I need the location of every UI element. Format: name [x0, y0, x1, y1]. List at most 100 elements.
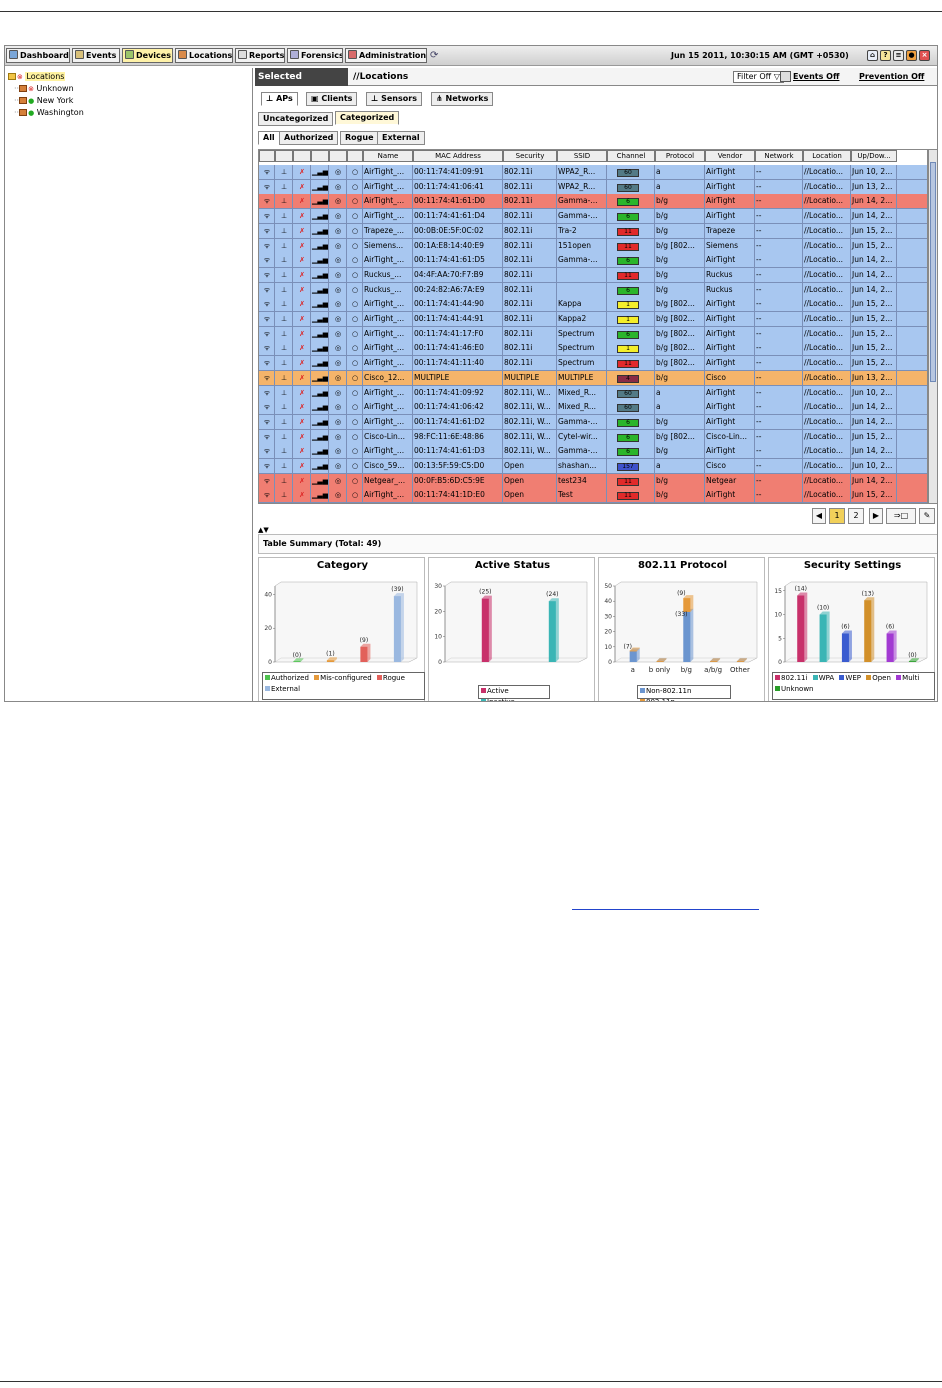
filter-toggle[interactable]: Filter Off ▽	[733, 71, 784, 83]
table-row[interactable]: ᯤ ⊥ ✗ ▁▃▅ ◎ ○ AirTight_... 00:11:74:41:61:D3 802…	[259, 444, 927, 460]
table-row[interactable]: ᯤ ⊥ ✗ ▁▃▅ ◎ ○ Netgear_... 00:0F:B5:6D:C5:9E Open…	[259, 473, 927, 489]
column-header[interactable]	[347, 150, 363, 162]
table-row[interactable]: ᯤ ⊥ ✗ ▁▃▅ ◎ ○ AirTight_... 00:11:74:41:44:90 802…	[259, 297, 927, 313]
table-row[interactable]: ᯤ ⊥ ✗ ▁▃▅ ◎ ○ Ruckus_... 04:4F:AA:70:F7:B9 802.1…	[259, 267, 927, 283]
tree-item-unknown[interactable]: ·· ⊗ Unknown	[14, 84, 74, 93]
table-row[interactable]: ᯤ ⊥ ✗ ▁▃▅ ◎ ○ AirTight_... 00:11:74:41:1D:E0 Ope…	[259, 488, 927, 503]
tab-sensors[interactable]: ⊥ Sensors	[366, 92, 422, 106]
table-row[interactable]: ᯤ ⊥ ✗ ▁▃▅ ◎ ○ AirTight_... 00:11:74:41:17:F0 802…	[259, 326, 927, 342]
tab-clients[interactable]: ▣ Clients	[306, 92, 358, 106]
help-icon[interactable]: ?	[880, 50, 891, 61]
next-page-button[interactable]: ▶	[869, 508, 883, 524]
table-scrollbar[interactable]	[928, 149, 937, 504]
tree-item-washington[interactable]: ·· ● Washington	[14, 108, 84, 117]
tab-categorized[interactable]: Categorized	[335, 111, 400, 125]
bar-unknown	[908, 661, 916, 662]
ap-device-icon: ⊥	[275, 400, 293, 415]
administration-button[interactable]: Administration	[345, 48, 427, 63]
vendor-cell: AirTight	[705, 385, 755, 400]
column-header[interactable]: Network	[755, 150, 803, 162]
table-row[interactable]: ᯤ ⊥ ✗ ▁▃▅ ◎ ○ Cisco_12... MULTIPLE MULTIPLE MULTI…	[259, 370, 927, 386]
print-icon[interactable]	[780, 71, 791, 82]
ssid-cell: Gamma-...	[557, 209, 607, 224]
column-header[interactable]: Vendor	[705, 150, 755, 162]
tab-external[interactable]: External	[377, 131, 425, 145]
table-row[interactable]: ᯤ ⊥ ✗ ▁▃▅ ◎ ○ Ruckus_... 00:24:82:A6:7A:E9 802.1…	[259, 282, 927, 298]
events-button[interactable]: Events	[72, 48, 120, 63]
data-label: (13)	[862, 590, 874, 597]
column-header[interactable]: MAC Address	[413, 150, 503, 162]
column-header[interactable]: Up/Dow...	[851, 150, 897, 162]
column-header[interactable]	[329, 150, 347, 162]
table-row[interactable]: ᯤ ⊥ ✗ ▁▃▅ ◎ ○ AirTight_... 00:11:74:41:61:D2 802…	[259, 414, 927, 430]
shield-icon: ◎	[329, 473, 347, 488]
table-row[interactable]: ᯤ ⊥ ✗ ▁▃▅ ◎ ○ AirTight_... 00:11:74:41:61:D0 802…	[259, 194, 927, 210]
table-row[interactable]: ᯤ ⊥ ✗ ▁▃▅ ◎ ○ AirTight_... 00:11:74:41:44:91 802…	[259, 312, 927, 327]
mac-cell: 00:24:82:A6:7A:E9	[413, 282, 503, 297]
tree-item-new-york[interactable]: ·· ● New York	[14, 96, 73, 105]
splitter-handle[interactable]: ▲▼	[258, 526, 269, 534]
column-header[interactable]: Location	[803, 150, 851, 162]
column-header[interactable]: SSID	[557, 150, 607, 162]
column-header[interactable]	[259, 150, 275, 162]
events-off-link[interactable]: Events Off	[793, 72, 839, 81]
page-2-button[interactable]: 2	[848, 508, 864, 524]
dashboard-button[interactable]: Dashboard	[6, 48, 70, 63]
updown-cell: Jun 15, 2...	[851, 238, 897, 253]
table-row[interactable]: ᯤ ⊥ ✗ ▁▃▅ ◎ ○ AirTight_... 00:11:74:41:46:E0 802…	[259, 341, 927, 357]
table-row[interactable]: ᯤ ⊥ ✗ ▁▃▅ ◎ ○ Cisco_59... 00:13:5F:59:C5:D0 Open…	[259, 459, 927, 474]
column-header[interactable]: Security	[503, 150, 557, 162]
refresh-icon[interactable]: ⟳	[430, 50, 438, 61]
ssid-cell: Test	[557, 488, 607, 503]
updown-cell: Jun 15, 2...	[851, 341, 897, 356]
export-icon[interactable]: ⇒□	[886, 508, 916, 524]
prevention-off-link[interactable]: Prevention Off	[859, 72, 924, 81]
status-dot-icon: ○	[347, 414, 363, 429]
table-row[interactable]: ᯤ ⊥ ✗ ▁▃▅ ◎ ○ AirTight_... 00:11:74:41:61:D5 802…	[259, 253, 927, 269]
column-header[interactable]	[293, 150, 311, 162]
tree-root-locations[interactable]: ⊗ Locations	[8, 72, 66, 81]
network-cell: --	[755, 253, 803, 268]
settings-icon[interactable]: ●	[906, 50, 917, 61]
reports-button[interactable]: Reports	[235, 48, 285, 63]
block-icon: ✗	[293, 179, 311, 194]
location-tree-pane: ⊗ Locations ·· ⊗ Unknown ·· ● New York ·· ●…	[5, 68, 253, 701]
page-1-button[interactable]: 1	[829, 508, 845, 524]
prev-page-button[interactable]: ◀	[812, 508, 826, 524]
table-row[interactable]: ᯤ ⊥ ✗ ▁▃▅ ◎ ○ AirTight_... 00:11:74:41:09:91 802…	[259, 165, 927, 180]
column-header[interactable]: Name	[363, 150, 413, 162]
table-row[interactable]: ᯤ ⊥ ✗ ▁▃▅ ◎ ○ AirTight_... 00:11:74:41:06:42 802…	[259, 400, 927, 416]
channel-cell: 1	[607, 312, 655, 326]
channel-badge: 11	[617, 242, 639, 251]
edit-icon[interactable]: ✎	[919, 508, 935, 524]
table-row[interactable]: ᯤ ⊥ ✗ ▁▃▅ ◎ ○ AirTight_... 00:11:74:41:11:40 802…	[259, 356, 927, 372]
logout-icon[interactable]: ×	[919, 50, 930, 61]
column-header[interactable]	[275, 150, 293, 162]
devices-button[interactable]: Devices	[122, 48, 173, 63]
hyperlink-underline[interactable]	[572, 909, 759, 910]
tab-rogue[interactable]: Rogue	[340, 131, 379, 145]
table-row[interactable]: ᯤ ⊥ ✗ ▁▃▅ ◎ ○ Trapeze_... 00:0B:0E:5F:0C:02 802.…	[259, 223, 927, 239]
locations-button[interactable]: Locations	[175, 48, 233, 63]
scrollbar-thumb[interactable]	[930, 162, 936, 382]
tab-all[interactable]: All	[258, 131, 280, 145]
list-icon[interactable]: ≡	[893, 50, 904, 61]
column-header[interactable]: Protocol	[655, 150, 705, 162]
column-header[interactable]	[311, 150, 329, 162]
chart-active-status-plot: 0 10 20 30 (25) (24)	[434, 581, 588, 666]
table-row[interactable]: ᯤ ⊥ ✗ ▁▃▅ ◎ ○ Siemens... 00:1A:E8:14:40:E9 802.1…	[259, 238, 927, 254]
location-cell: //Locatio...	[803, 414, 851, 429]
table-row[interactable]: ᯤ ⊥ ✗ ▁▃▅ ◎ ○ Cisco-Lin... 98:FC:11:6E:48:86 802…	[259, 429, 927, 445]
tab-uncategorized[interactable]: Uncategorized	[258, 112, 334, 126]
network-cell: --	[755, 444, 803, 459]
tab-authorized[interactable]: Authorized	[279, 131, 339, 145]
table-row[interactable]: ᯤ ⊥ ✗ ▁▃▅ ◎ ○ AirTight_... 00:11:74:41:09:92 802…	[259, 385, 927, 401]
column-header[interactable]: Channel	[607, 150, 655, 162]
network-cell: --	[755, 209, 803, 224]
user-icon[interactable]: ⌂	[867, 50, 878, 61]
tab-aps[interactable]: ⊥ APs	[261, 92, 298, 106]
table-row[interactable]: ᯤ ⊥ ✗ ▁▃▅ ◎ ○ AirTight_... 00:11:74:41:61:D4 802…	[259, 209, 927, 225]
table-row[interactable]: ᯤ ⊥ ✗ ▁▃▅ ◎ ○ AirTight_... 00:11:74:41:06:41 802…	[259, 179, 927, 195]
forensics-button[interactable]: Forensics	[287, 48, 343, 63]
tab-networks[interactable]: ⋔ Networks	[431, 92, 494, 106]
